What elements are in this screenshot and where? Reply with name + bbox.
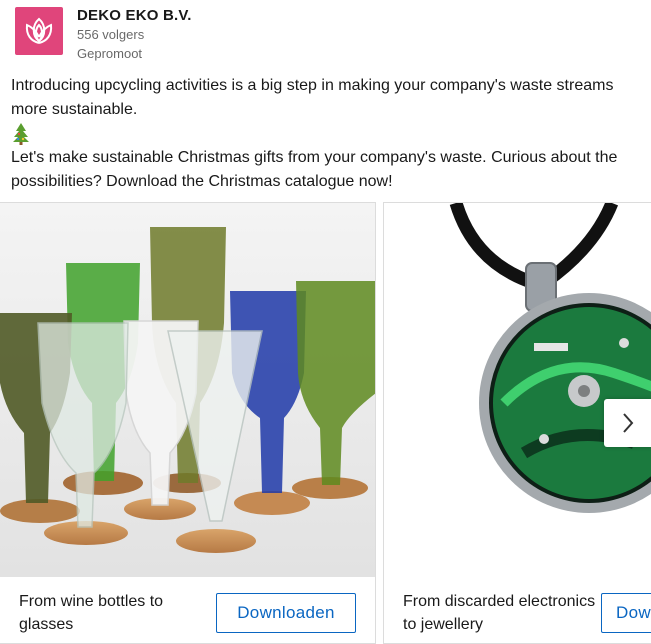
card-title: From wine bottles to glasses <box>19 593 164 633</box>
post-text: Introducing upcycling activities is a bi… <box>11 74 631 194</box>
company-logo[interactable] <box>15 7 63 55</box>
card-footer: From wine bottles to glasses Downloaden <box>0 577 375 643</box>
card-image-pendant[interactable] <box>384 203 651 577</box>
carousel-next-button[interactable] <box>604 399 651 447</box>
post-header: DEKO EKO B.V. 556 volgers Gepromoot <box>15 7 192 65</box>
download-button[interactable]: Downloaden <box>601 593 651 633</box>
document-carousel[interactable]: From wine bottles to glasses Downloaden <box>0 202 651 644</box>
carousel-card[interactable]: From wine bottles to glasses Downloaden <box>0 202 376 644</box>
post-paragraph: Introducing upcycling activities is a bi… <box>11 77 614 118</box>
tulip-logo-icon <box>25 17 53 44</box>
card-title: From discarded electronics to jewellery <box>403 593 596 633</box>
promoted-label: Gepromoot <box>77 46 143 61</box>
post-paragraph: Let's make sustainable Christmas gifts f… <box>11 149 618 190</box>
company-name[interactable]: DEKO EKO B.V. <box>77 7 192 25</box>
download-button[interactable]: Downloaden <box>216 593 356 633</box>
chevron-right-icon <box>622 413 633 433</box>
card-image-glasses[interactable] <box>0 203 375 577</box>
company-info: DEKO EKO B.V. 556 volgers Gepromoot <box>77 7 192 65</box>
christmas-tree-icon <box>11 122 631 146</box>
follower-count: 556 volgers <box>77 27 145 42</box>
card-footer: From discarded electronics to jewellery … <box>384 577 651 643</box>
